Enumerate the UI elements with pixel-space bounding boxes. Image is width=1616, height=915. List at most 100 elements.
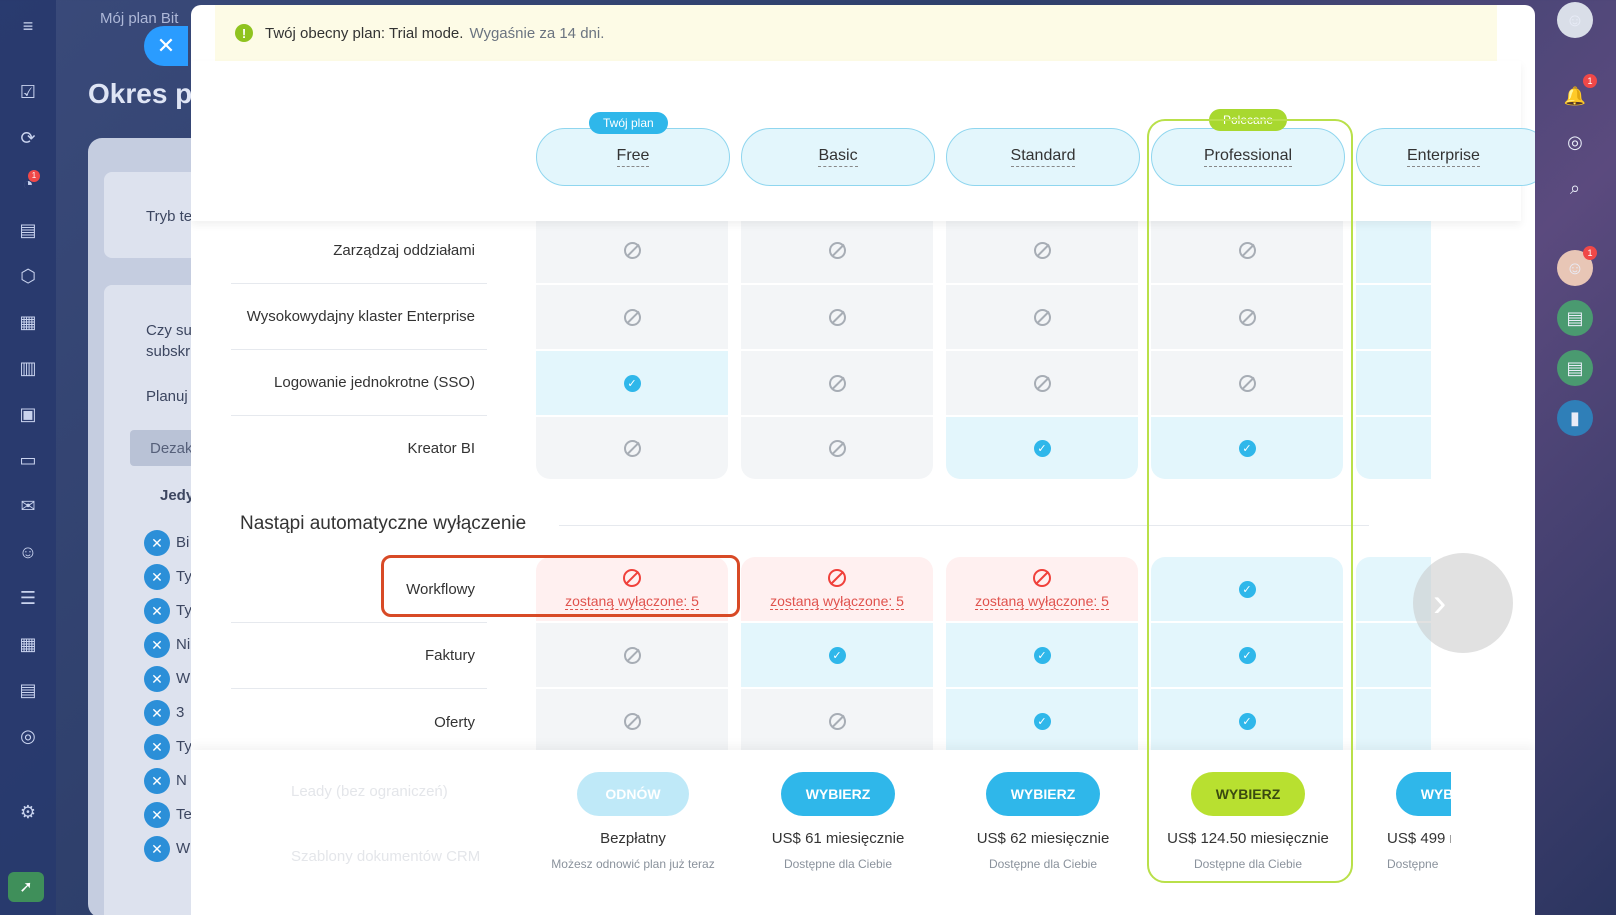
feature-cell: ✓ (1151, 417, 1343, 479)
feed-icon[interactable]: ⟳ (16, 126, 40, 150)
disabled-count[interactable]: zostaną wyłączone: 5 (770, 593, 904, 610)
renew-button[interactable]: ODNÓW (577, 772, 689, 816)
plan-standard[interactable]: Standard (946, 128, 1140, 186)
feature-cell: ✓ (1151, 689, 1343, 753)
close-button[interactable]: ✕ (144, 26, 188, 66)
inventory-icon[interactable]: ▤ (16, 678, 40, 702)
sites-icon[interactable]: ▣ (16, 402, 40, 426)
feature-cell (536, 689, 728, 753)
bg-list-item: Ty (176, 738, 192, 755)
group-chat-icon[interactable]: ▤ (1557, 300, 1593, 336)
feature-cell (1356, 351, 1431, 415)
unavailable-icon (828, 712, 846, 730)
disabled-icon (1033, 568, 1051, 587)
marketing-icon[interactable]: ◎ (16, 724, 40, 748)
notifications-badge: 1 (1583, 74, 1597, 88)
bookmark-icon[interactable]: ▮ (1557, 400, 1593, 436)
feature-cell (741, 218, 933, 283)
ghost-row-label: Szablony dokumentów CRM (291, 848, 481, 865)
check-icon: ✓ (623, 374, 641, 392)
unavailable-icon (828, 439, 846, 457)
tasks-icon[interactable]: ☑ (16, 80, 40, 104)
feature-cell (1356, 623, 1431, 687)
calendar-icon[interactable]: ▦ (16, 310, 40, 334)
target-icon[interactable]: ◎ (1557, 124, 1593, 160)
feature-cell (741, 285, 933, 349)
store-icon[interactable]: ▭ (16, 448, 40, 472)
group-chat-icon[interactable]: ▤ (1557, 350, 1593, 386)
rocket-icon[interactable]: ➚ (8, 872, 44, 902)
feature-cell (1151, 218, 1343, 283)
warning-icon: ! (235, 24, 253, 42)
bg-list-item: Bi (176, 534, 190, 551)
unavailable-icon (828, 242, 846, 259)
choose-button[interactable]: WYBIERZ (1396, 772, 1451, 816)
breadcrumb: Mój plan Bit (100, 10, 179, 27)
feature-cell: zostaną wyłączone: 5 (946, 557, 1138, 621)
bg-list-item: Ni (176, 636, 191, 653)
recommended-tag: Polecane (1209, 109, 1288, 131)
bg-mode-label: Tryb te (146, 208, 193, 225)
crm-icon[interactable]: ⬡ (16, 264, 40, 288)
settings-icon[interactable]: ⚙ (16, 800, 40, 824)
search-chat-icon[interactable]: ⌕ (1557, 170, 1593, 206)
feature-cell: ✓ (741, 623, 933, 687)
unavailable-icon (1238, 308, 1256, 326)
menu-icon[interactable]: ≡ (16, 14, 40, 38)
feature-cell (536, 623, 728, 687)
unavailable-icon (1033, 242, 1051, 259)
next-arrow-icon[interactable]: › (1413, 553, 1513, 653)
disabled-icon (828, 568, 846, 587)
filter-icon[interactable]: ☰ (16, 586, 40, 610)
unavailable-icon (623, 646, 641, 664)
plan-professional[interactable]: Professional (1151, 128, 1345, 186)
employees-icon[interactable]: ☺ (16, 540, 40, 564)
plan-availability: Dostępne (1387, 857, 1439, 871)
feature-cell (536, 218, 728, 283)
plan-enterprise[interactable]: Enterprise (1356, 128, 1535, 186)
notifications-icon[interactable]: 🔔 1 (1557, 74, 1597, 114)
unavailable-icon (623, 439, 641, 457)
x-icon: ✕ (144, 598, 170, 624)
check-icon: ✓ (1033, 712, 1051, 730)
page-title: Okres pr (88, 78, 204, 109)
mail-icon[interactable]: ✉ (16, 494, 40, 518)
check-icon: ✓ (1238, 439, 1256, 457)
plan-price: US$ 124.50 miesięcznie (1167, 830, 1329, 847)
disabled-count[interactable]: zostaną wyłączone: 5 (975, 593, 1109, 610)
unavailable-icon (1033, 308, 1051, 326)
feature-cell: ✓ (536, 351, 728, 415)
avatar[interactable]: ☺ 1 (1557, 246, 1597, 286)
feature-cell: ✓ (946, 417, 1138, 479)
footer-plan-professional: WYBIERZ US$ 124.50 miesięcznie Dostępne … (1151, 772, 1345, 871)
bg-list-item: Ty (176, 568, 192, 585)
choose-button[interactable]: WYBIERZ (1191, 772, 1305, 816)
bg-question-line2: subskr (146, 343, 191, 360)
feature-label: Faktury (231, 623, 487, 689)
feature-cell (741, 689, 933, 753)
feature-cell: zostaną wyłączone: 5 (741, 557, 933, 621)
background-page: Mój plan Bit Okres pr Tryb te Czy su sub… (56, 0, 244, 915)
unavailable-icon (1033, 374, 1051, 392)
footer-plan-enterprise: WYBIERZ US$ 499 m Dostępne (1356, 772, 1451, 871)
files-icon[interactable]: ▥ (16, 356, 40, 380)
feature-cell (536, 417, 728, 479)
feature-cell (946, 351, 1138, 415)
schedule-icon[interactable]: ▦ (16, 632, 40, 656)
documents-icon[interactable]: ▤ (16, 218, 40, 242)
footer-plan-standard: WYBIERZ US$ 62 miesięcznie Dostępne dla … (946, 772, 1140, 871)
footer-plan-free: ODNÓW Bezpłatny Możesz odnowić plan już … (536, 772, 730, 871)
feature-cell (1356, 689, 1431, 753)
check-icon: ✓ (1033, 646, 1051, 664)
choose-button[interactable]: WYBIERZ (781, 772, 895, 816)
plans-footer: Leady (bez ograniczeń) Szablony dokument… (191, 750, 1535, 915)
choose-button[interactable]: WYBIERZ (986, 772, 1100, 816)
unavailable-icon (623, 712, 641, 730)
x-icon: ✕ (144, 700, 170, 726)
avatar-badge: 1 (1583, 246, 1597, 260)
plan-basic[interactable]: Basic (741, 128, 935, 186)
avatar[interactable]: ☺ (1557, 2, 1593, 38)
bg-jedy: Jedy (160, 487, 195, 504)
plan-free[interactable]: Free (536, 128, 730, 186)
feature-label: Zarządzaj oddziałami (231, 218, 487, 284)
